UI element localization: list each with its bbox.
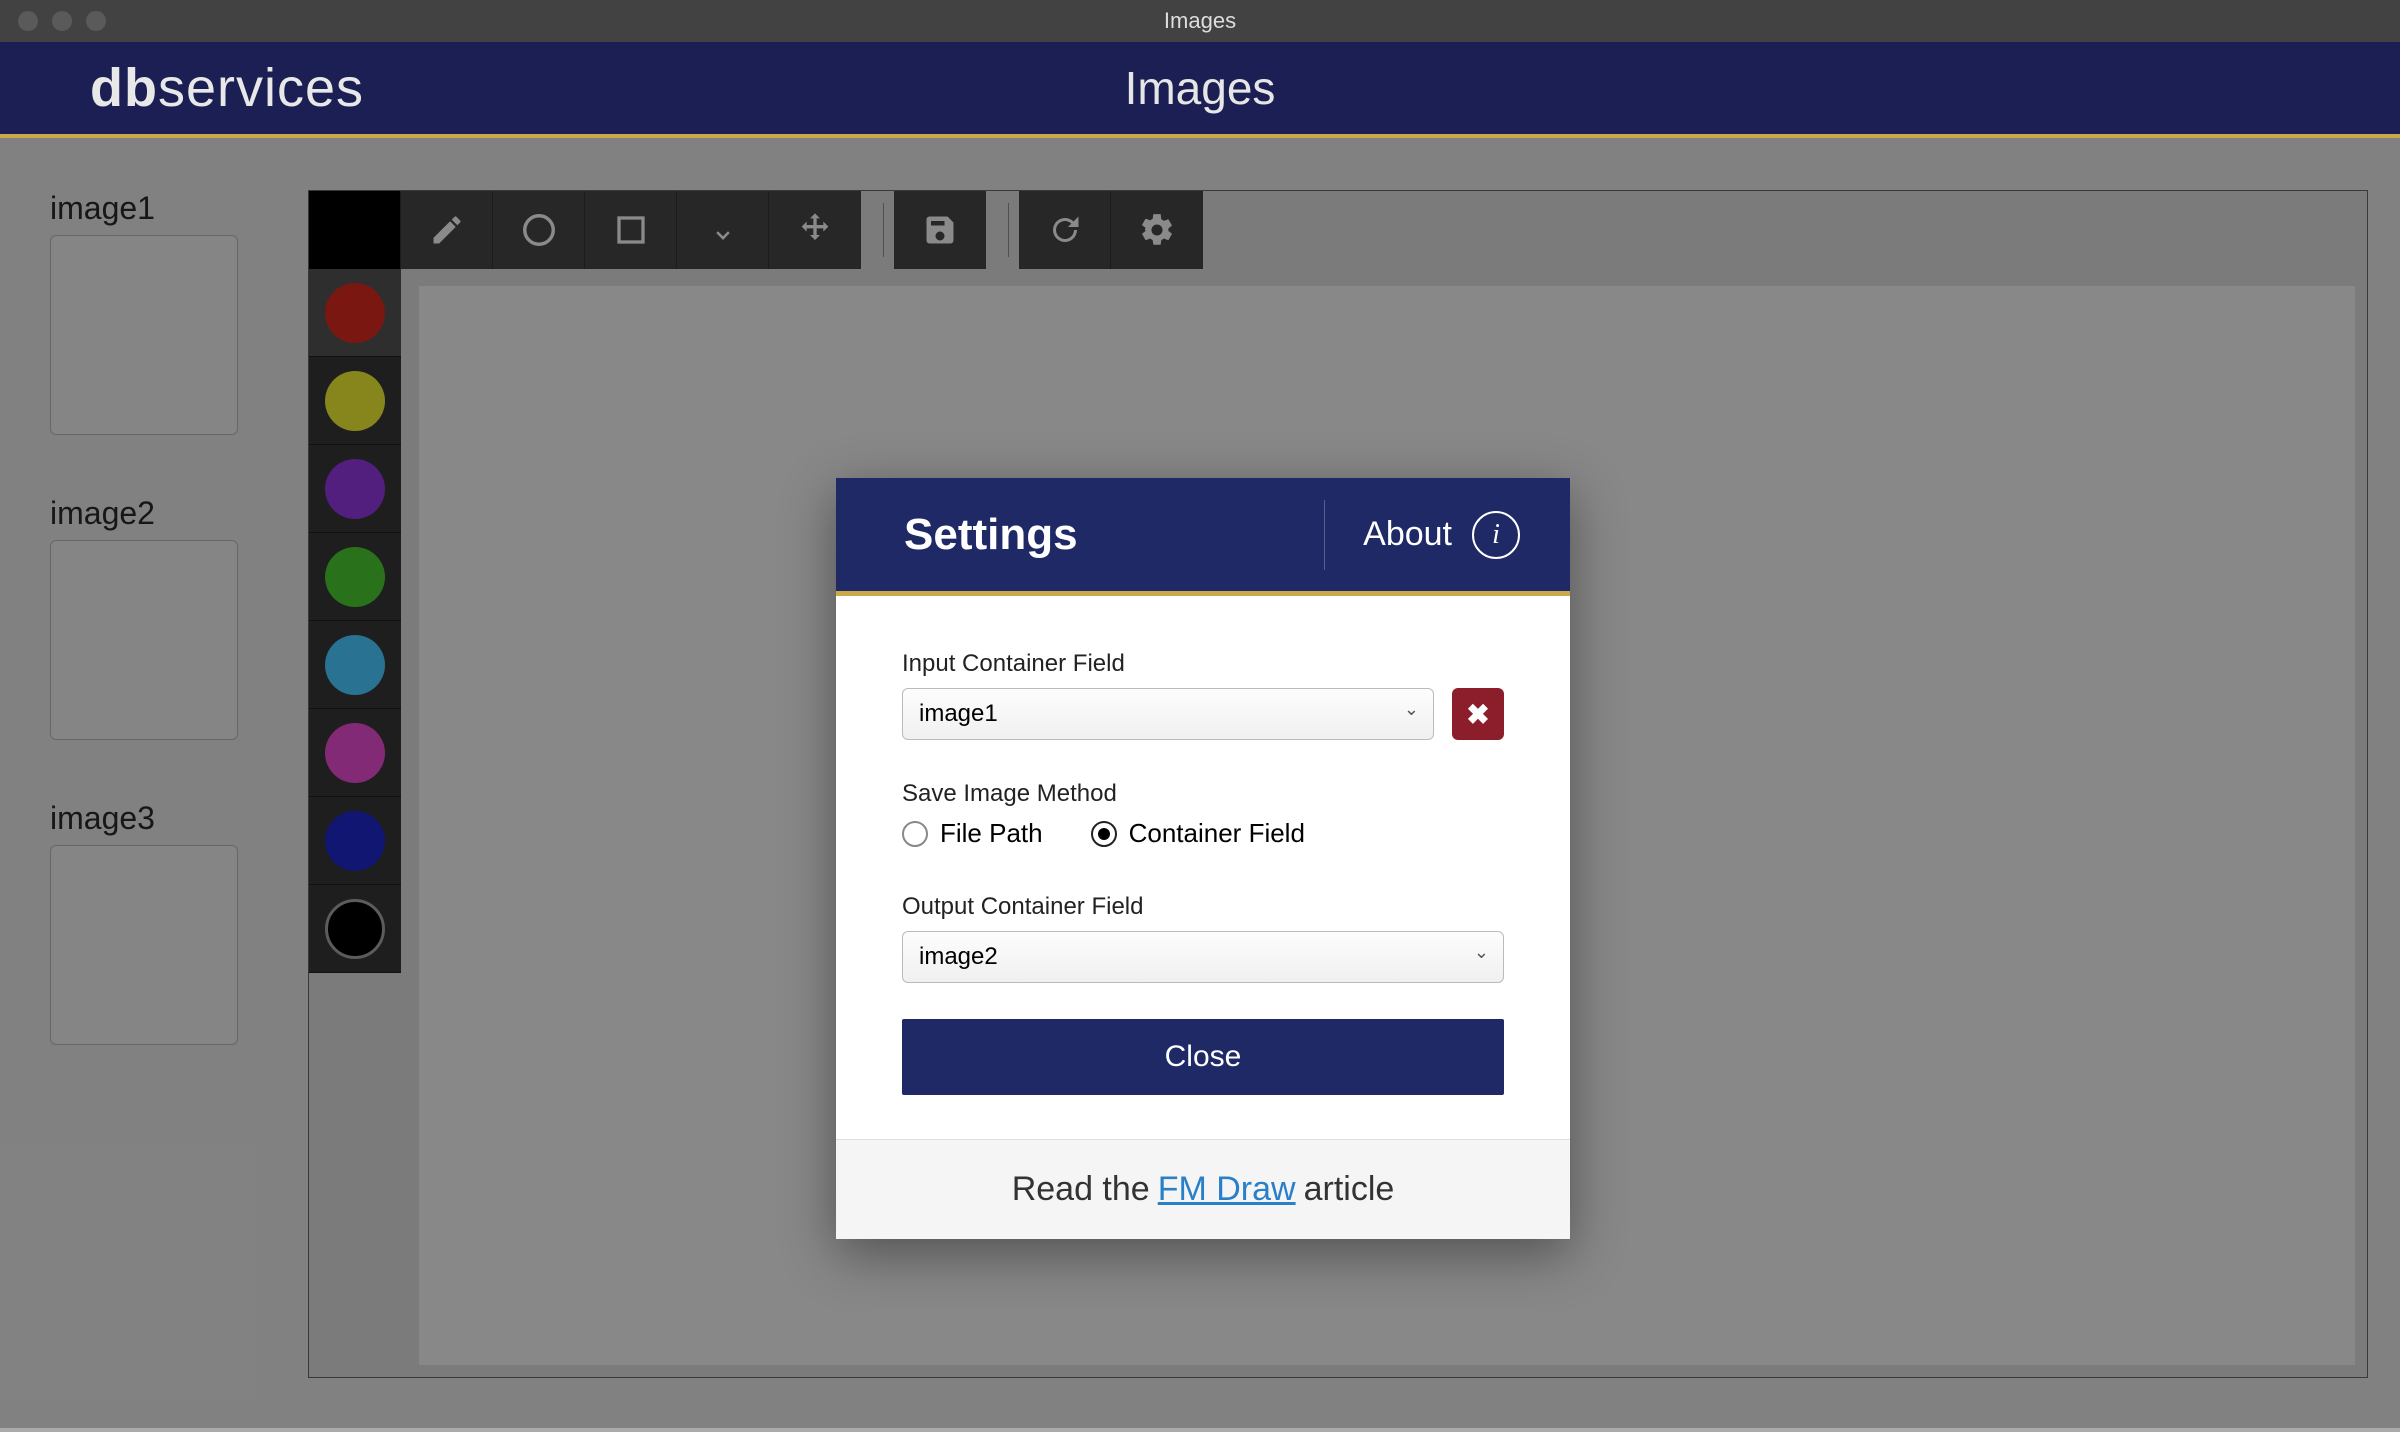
input-container-label: Input Container Field (902, 650, 1504, 678)
radio-icon (1091, 821, 1117, 847)
chevron-down-icon: ⌄ (1474, 942, 1489, 963)
chevron-down-icon: ⌄ (1404, 699, 1419, 720)
about-label: About (1363, 515, 1452, 554)
close-icon: ✖ (1466, 698, 1489, 731)
dialog-header: Settings About i (836, 478, 1570, 596)
input-container-value: image1 (919, 700, 998, 728)
zoom-window-button[interactable] (86, 11, 106, 31)
close-button[interactable]: Close (902, 1019, 1504, 1095)
dialog-body: Input Container Field image1 ⌄ ✖ Save Im… (836, 596, 1570, 1139)
close-label: Close (1165, 1040, 1242, 1074)
brand-rest: services (158, 58, 364, 118)
radio-icon (902, 821, 928, 847)
output-container-select[interactable]: image2 ⌄ (902, 931, 1504, 983)
window-titlebar: Images (0, 0, 2400, 42)
input-container-select[interactable]: image1 ⌄ (902, 688, 1434, 740)
radio-container-field[interactable]: Container Field (1091, 818, 1305, 849)
workspace: image1 image2 image3 (0, 138, 2400, 1428)
close-window-button[interactable] (18, 11, 38, 31)
footer-pre: Read the (1012, 1170, 1150, 1209)
info-icon: i (1472, 511, 1520, 559)
footer-post: article (1304, 1170, 1395, 1209)
save-method-radio-group: File Path Container Field (902, 818, 1504, 849)
settings-dialog: Settings About i Input Container Field i… (836, 478, 1570, 1239)
output-container-label: Output Container Field (902, 893, 1504, 921)
brand-prefix: db (90, 58, 158, 118)
dialog-title: Settings (904, 510, 1078, 560)
traffic-lights (18, 11, 106, 31)
radio-label: File Path (940, 818, 1043, 849)
radio-file-path[interactable]: File Path (902, 818, 1043, 849)
window-title: Images (1164, 8, 1236, 34)
output-container-value: image2 (919, 943, 998, 971)
about-button[interactable]: About i (1324, 500, 1520, 570)
clear-input-button[interactable]: ✖ (1452, 688, 1504, 740)
fm-draw-link[interactable]: FM Draw (1158, 1170, 1296, 1209)
brand-logo: dbservices (90, 57, 364, 119)
save-method-label: Save Image Method (902, 780, 1504, 808)
page-title: Images (1125, 61, 1276, 115)
app-header: dbservices Images (0, 42, 2400, 138)
minimize-window-button[interactable] (52, 11, 72, 31)
dialog-footer: Read the FM Draw article (836, 1139, 1570, 1239)
radio-label: Container Field (1129, 818, 1305, 849)
